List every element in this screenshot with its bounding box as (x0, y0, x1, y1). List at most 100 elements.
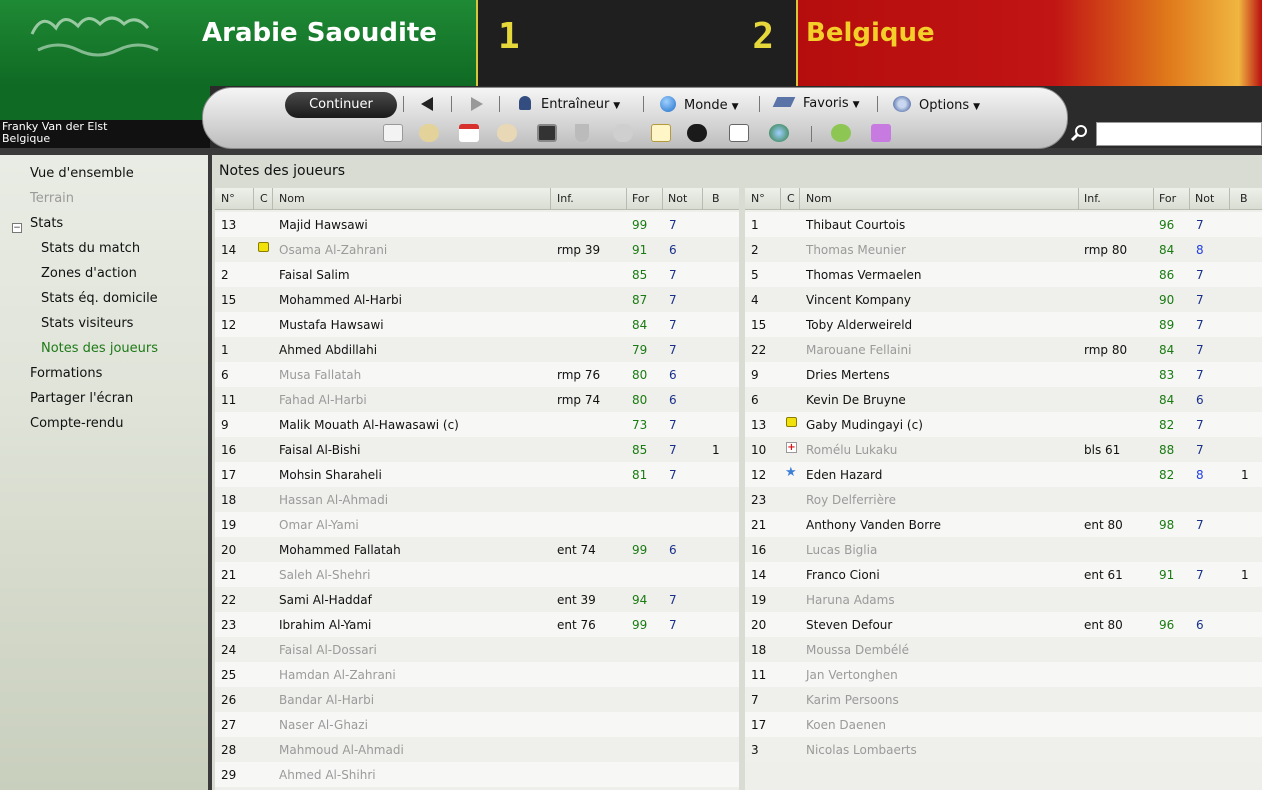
table-row[interactable]: 28 Mahmoud Al-Ahmadi (215, 737, 739, 762)
table-row[interactable]: 21 Saleh Al-Shehri (215, 562, 739, 587)
table-row[interactable]: 18 Moussa Dembélé (745, 637, 1262, 662)
table-row[interactable]: 7 Karim Persoons (745, 687, 1262, 712)
col-not-header[interactable]: Not (668, 192, 687, 205)
trophy-icon[interactable] (575, 124, 589, 142)
table-row[interactable]: 19 Haruna Adams (745, 587, 1262, 612)
col-c-header[interactable]: C (260, 192, 268, 205)
table-row[interactable]: 21 Anthony Vanden Borre ent 80 98 7 (745, 512, 1262, 537)
table-row[interactable]: 11 Fahad Al-Harbi rmp 74 80 6 (215, 387, 739, 412)
inbox-icon[interactable] (419, 124, 439, 142)
sidebar-item-terrain[interactable]: Terrain (30, 191, 74, 206)
player-name: Omar Al-Yami (279, 518, 359, 532)
table-row[interactable]: 27 Naser Al-Ghazi (215, 712, 739, 737)
collapse-icon[interactable]: − (12, 223, 22, 233)
sidebar-item-partager-ecran[interactable]: Partager l'écran (30, 391, 133, 406)
table-row[interactable]: 23 Ibrahim Al-Yami ent 76 99 7 (215, 612, 739, 637)
table-row[interactable]: 25 Hamdan Al-Zahrani (215, 662, 739, 687)
table-row[interactable]: 24 Faisal Al-Dossari (215, 637, 739, 662)
table-row[interactable]: 9 Dries Mertens 83 7 (745, 362, 1262, 387)
player-fitness: 85 (632, 268, 648, 282)
sidebar-item-compte-rendu[interactable]: Compte-rendu (30, 416, 124, 431)
player-name: Gaby Mudingayi (c) (806, 418, 923, 432)
manager-info[interactable]: Franky Van der Elst Belgique (0, 120, 210, 148)
table-row[interactable]: 23 Roy Delferrière (745, 487, 1262, 512)
home-icon[interactable] (383, 124, 403, 142)
col-for-header[interactable]: For (1159, 192, 1176, 205)
sidebar-item-vue-ensemble[interactable]: Vue d'ensemble (30, 166, 134, 181)
table-row[interactable]: 2 Thomas Meunier rmp 80 84 8 (745, 237, 1262, 262)
player-rating: 7 (1196, 268, 1204, 282)
table-row[interactable]: 26 Bandar Al-Harbi (215, 687, 739, 712)
col-no-header[interactable]: N° (751, 192, 765, 205)
table-row[interactable]: 15 Mohammed Al-Harbi 87 7 (215, 287, 739, 312)
table-row[interactable]: 16 Faisal Al-Bishi 85 7 1 (215, 437, 739, 462)
table-row[interactable]: 1 Thibaut Courtois 96 7 (745, 212, 1262, 237)
table-row[interactable]: 17 Koen Daenen (745, 712, 1262, 737)
table-row[interactable]: 4 Vincent Kompany 90 7 (745, 287, 1262, 312)
table-row[interactable]: 6 Kevin De Bruyne 84 6 (745, 387, 1262, 412)
col-for-header[interactable]: For (632, 192, 649, 205)
table-row[interactable]: 20 Steven Defour ent 80 96 6 (745, 612, 1262, 637)
tactics-icon[interactable] (537, 124, 557, 142)
col-not-header[interactable]: Not (1195, 192, 1214, 205)
table-row[interactable]: 14 Franco Cioni ent 61 91 7 1 (745, 562, 1262, 587)
sidebar-item-stats-visiteurs[interactable]: Stats visiteurs (41, 316, 133, 331)
search-input[interactable] (1096, 122, 1262, 146)
squad-icon[interactable] (497, 124, 517, 142)
world-icon[interactable] (769, 124, 789, 142)
news-icon[interactable] (729, 124, 749, 142)
col-b-header[interactable]: B (712, 192, 720, 205)
notebook-icon[interactable] (651, 124, 671, 142)
table-row[interactable]: 12 ★ Eden Hazard 82 8 1 (745, 462, 1262, 487)
table-row[interactable]: 12 Mustafa Hawsawi 84 7 (215, 312, 739, 337)
col-inf-header[interactable]: Inf. (557, 192, 574, 205)
forward-arrow-icon[interactable] (471, 97, 483, 111)
star-icon: ★ (785, 465, 797, 480)
menu-entraineur[interactable]: Entraîneur ▼ (519, 96, 620, 112)
sidebar-item-zones-action[interactable]: Zones d'action (41, 266, 137, 281)
table-row[interactable]: 19 Omar Al-Yami (215, 512, 739, 537)
table-row[interactable]: 3 Nicolas Lombaerts (745, 737, 1262, 762)
search-icon[interactable] (1070, 124, 1088, 142)
table-row[interactable]: 22 Sami Al-Haddaf ent 39 94 7 (215, 587, 739, 612)
table-row[interactable]: 11 Jan Vertonghen (745, 662, 1262, 687)
sidebar-item-formations[interactable]: Formations (30, 366, 102, 381)
back-arrow-icon[interactable] (421, 97, 433, 111)
sidebar-item-notes-des-joueurs[interactable]: Notes des joueurs (41, 341, 158, 356)
col-c-header[interactable]: C (787, 192, 795, 205)
sidebar-item-stats-eq-domicile[interactable]: Stats éq. domicile (41, 291, 158, 306)
calendar-icon[interactable] (459, 124, 479, 142)
scout-icon[interactable] (613, 124, 633, 142)
table-row[interactable]: 13 Gaby Mudingayi (c) 82 7 (745, 412, 1262, 437)
binoculars-icon[interactable] (687, 124, 707, 142)
continue-button[interactable]: Continuer (285, 92, 397, 118)
help-icon[interactable] (831, 124, 851, 142)
player-number: 21 (221, 568, 237, 582)
menu-monde[interactable]: Monde ▼ (660, 96, 739, 113)
table-row[interactable]: 22 Marouane Fellaini rmp 80 84 7 (745, 337, 1262, 362)
table-row[interactable]: 14 Osama Al-Zahrani rmp 39 91 6 (215, 237, 739, 262)
question-icon[interactable] (871, 124, 891, 142)
sidebar-item-stats[interactable]: Stats (30, 216, 63, 231)
col-name-header[interactable]: Nom (279, 192, 305, 205)
table-row[interactable]: 15 Toby Alderweireld 89 7 (745, 312, 1262, 337)
col-b-header[interactable]: B (1240, 192, 1248, 205)
menu-options[interactable]: Options ▼ (893, 96, 980, 113)
col-no-header[interactable]: N° (221, 192, 235, 205)
table-row[interactable]: 29 Ahmed Al-Shihri (215, 762, 739, 787)
col-inf-header[interactable]: Inf. (1084, 192, 1101, 205)
table-row[interactable]: 13 Majid Hawsawi 99 7 (215, 212, 739, 237)
table-row[interactable]: 6 Musa Fallatah rmp 76 80 6 (215, 362, 739, 387)
menu-favoris[interactable]: Favoris ▼ (772, 96, 860, 111)
table-row[interactable]: 5 Thomas Vermaelen 86 7 (745, 262, 1262, 287)
table-row[interactable]: 18 Hassan Al-Ahmadi (215, 487, 739, 512)
table-row[interactable]: 20 Mohammed Fallatah ent 74 99 6 (215, 537, 739, 562)
sidebar-item-stats-du-match[interactable]: Stats du match (41, 241, 140, 256)
table-row[interactable]: 9 Malik Mouath Al-Hawasawi (c) 73 7 (215, 412, 739, 437)
table-row[interactable]: 10 + Romélu Lukaku bls 61 88 7 (745, 437, 1262, 462)
col-name-header[interactable]: Nom (806, 192, 832, 205)
table-row[interactable]: 17 Mohsin Sharaheli 81 7 (215, 462, 739, 487)
table-row[interactable]: 1 Ahmed Abdillahi 79 7 (215, 337, 739, 362)
table-row[interactable]: 2 Faisal Salim 85 7 (215, 262, 739, 287)
table-row[interactable]: 16 Lucas Biglia (745, 537, 1262, 562)
